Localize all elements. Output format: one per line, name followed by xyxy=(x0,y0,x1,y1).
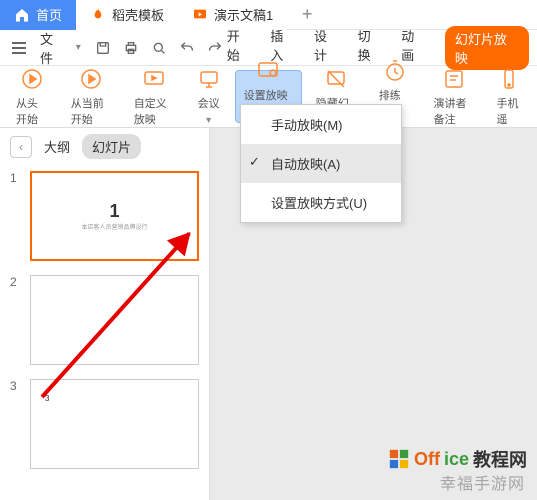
thumb-subtitle: 本店客人员营销品牌设行 xyxy=(81,222,147,231)
menu-transition[interactable]: 切换 xyxy=(358,26,384,70)
slide-number: 2 xyxy=(10,275,22,365)
slide-row: 1 1本店客人员营销品牌设行 xyxy=(10,171,199,261)
ribbon-from-current-label: 从当前开始 xyxy=(71,95,112,127)
settings-show-icon xyxy=(256,59,280,83)
home-icon xyxy=(14,7,30,23)
file-menu[interactable]: 文件 xyxy=(40,29,66,67)
flame-icon xyxy=(90,7,106,23)
slide-thumbnail-3[interactable]: 3 xyxy=(30,379,199,469)
ribbon-from-start-label: 从头开始 xyxy=(16,95,49,127)
meeting-icon xyxy=(197,67,221,91)
ribbon-meeting-label: 会议 xyxy=(198,95,220,111)
slide-thumbnail-1[interactable]: 1本店客人员营销品牌设行 xyxy=(30,171,199,261)
custom-show-icon xyxy=(142,67,166,91)
dropdown-auto-show[interactable]: ✓自动放映(A) xyxy=(241,144,401,183)
tab-templates[interactable]: 稻壳模板 xyxy=(76,0,178,30)
thumbnail-header: ‹ 大纲 幻灯片 xyxy=(0,128,209,165)
slides-tab[interactable]: 幻灯片 xyxy=(82,134,141,159)
thumbnail-panel: ‹ 大纲 幻灯片 1 1本店客人员营销品牌设行 2 3 3 xyxy=(0,128,210,500)
ribbon-custom-show[interactable]: 自定义放映 xyxy=(126,70,183,123)
tab-templates-label: 稻壳模板 xyxy=(112,5,164,24)
play-current-icon xyxy=(79,67,103,91)
thumbnail-list[interactable]: 1 1本店客人员营销品牌设行 2 3 3 xyxy=(0,165,209,500)
hamburger-icon[interactable] xyxy=(8,38,30,58)
thumb-title: 3 xyxy=(45,394,49,403)
preview-icon[interactable] xyxy=(151,40,167,56)
brand-logo: Office教程网 xyxy=(388,446,527,472)
slide-row: 3 3 xyxy=(10,379,199,469)
hide-slide-icon xyxy=(324,67,348,91)
ribbon-presenter-notes-label: 演讲者备注 xyxy=(434,95,475,127)
ribbon-custom-show-label: 自定义放映 xyxy=(134,95,175,127)
phone-icon xyxy=(497,67,521,91)
slide-number: 1 xyxy=(10,171,22,261)
timer-icon xyxy=(383,59,407,83)
save-icon[interactable] xyxy=(95,40,111,56)
watermark: 幸福手游网 xyxy=(440,470,525,494)
notes-icon xyxy=(442,67,466,91)
menu-start[interactable]: 开始 xyxy=(227,26,253,70)
presentation-icon xyxy=(192,7,208,23)
menu-slideshow[interactable]: 幻灯片放映 xyxy=(445,26,529,70)
redo-icon[interactable] xyxy=(207,40,223,56)
play-start-icon xyxy=(20,67,44,91)
ribbon-from-current[interactable]: 从当前开始 xyxy=(63,70,120,123)
dropdown-show-settings[interactable]: 设置放映方式(U) xyxy=(241,183,401,222)
undo-icon[interactable] xyxy=(179,40,195,56)
slide-thumbnail-2[interactable] xyxy=(30,275,199,365)
menu-design[interactable]: 设计 xyxy=(314,26,340,70)
tab-home-label: 首页 xyxy=(36,5,62,24)
dropdown-manual-show[interactable]: 手动放映(M) xyxy=(241,105,401,144)
tab-presentation-label: 演示文稿1 xyxy=(214,5,273,24)
ribbon-from-start[interactable]: 从头开始 xyxy=(8,70,57,123)
tab-home[interactable]: 首页 xyxy=(0,0,76,30)
chevron-down-icon: ▾ xyxy=(76,42,81,53)
back-button[interactable]: ‹ xyxy=(10,136,32,158)
brand-icon xyxy=(388,448,410,470)
ribbon-phone-remote-label: 手机遥 xyxy=(496,95,521,127)
ribbon-presenter-notes[interactable]: 演讲者备注 xyxy=(426,70,483,123)
chevron-down-icon: ▾ xyxy=(206,115,211,126)
slide-row: 2 xyxy=(10,275,199,365)
quick-toolbar xyxy=(95,40,223,56)
show-mode-dropdown: 手动放映(M) ✓自动放映(A) 设置放映方式(U) xyxy=(240,104,402,223)
slide-number: 3 xyxy=(10,379,22,469)
check-icon: ✓ xyxy=(249,154,260,170)
thumb-title: 1 xyxy=(81,201,147,222)
print-icon[interactable] xyxy=(123,40,139,56)
ribbon-phone-remote[interactable]: 手机遥 xyxy=(488,70,529,123)
tab-add-button[interactable]: + xyxy=(287,4,327,25)
ribbon-meeting[interactable]: 会议 ▾ xyxy=(189,70,229,123)
outline-tab[interactable]: 大纲 xyxy=(44,137,70,156)
